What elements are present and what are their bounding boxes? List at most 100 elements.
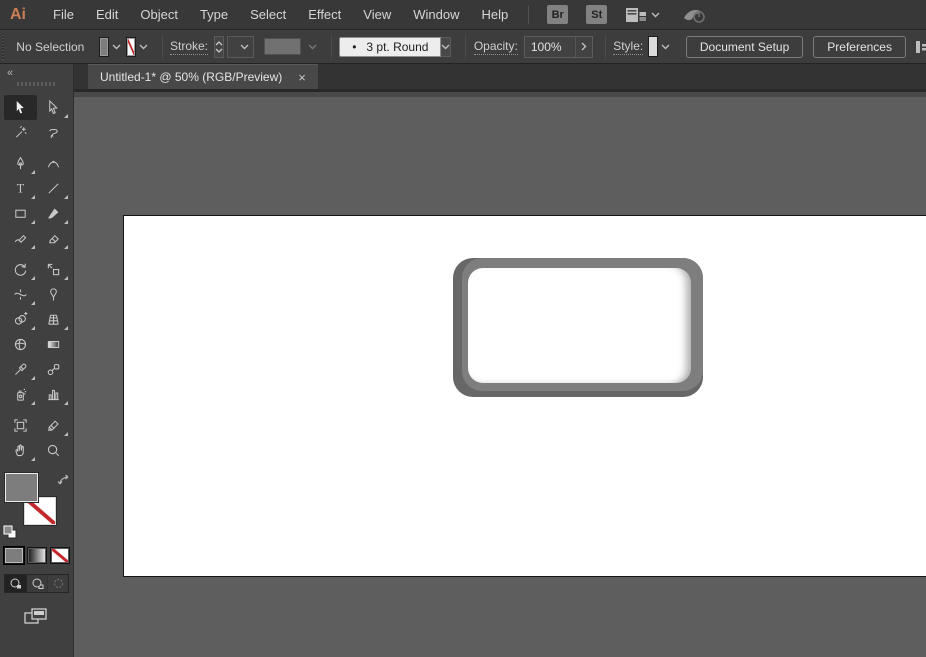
menu-view[interactable]: View (352, 7, 402, 22)
eyedropper-tool[interactable] (4, 357, 37, 382)
fill-color-swatch[interactable] (100, 37, 108, 56)
flyout-corner-icon (63, 432, 68, 436)
close-icon[interactable]: × (298, 71, 306, 84)
column-graph-tool[interactable] (37, 382, 70, 407)
align-panel-icon[interactable] (914, 38, 926, 56)
menu-type[interactable]: Type (189, 7, 239, 22)
document-setup-button[interactable]: Document Setup (685, 35, 804, 58)
shaper-tool[interactable] (4, 226, 37, 251)
graphic-style-swatch[interactable] (649, 37, 657, 56)
flyout-corner-icon (63, 326, 68, 330)
draw-behind-button[interactable] (26, 575, 47, 592)
width-tool[interactable] (4, 282, 37, 307)
fill-chevron-icon[interactable] (112, 44, 121, 50)
width-profile-chevron-icon (308, 44, 317, 50)
curvature-tool[interactable] (37, 151, 70, 176)
share-icon[interactable] (682, 6, 708, 24)
mesh-tool[interactable] (4, 332, 37, 357)
rotate-tool[interactable] (4, 257, 37, 282)
flyout-corner-icon (30, 276, 35, 280)
brush-definition-field[interactable]: • 3 pt. Round (339, 36, 442, 57)
scale-tool[interactable] (37, 257, 70, 282)
line-segment-tool[interactable] (37, 176, 70, 201)
gradient-button[interactable] (26, 547, 47, 564)
hand-tool[interactable] (4, 438, 37, 463)
panel-grip[interactable] (2, 33, 5, 60)
menu-list: File Edit Object Type Select Effect View Window… (42, 7, 519, 22)
direct-selection-tool[interactable] (37, 95, 70, 120)
lasso-tool[interactable] (37, 120, 70, 145)
symbol-sprayer-tool[interactable] (4, 382, 37, 407)
rectangle-tool[interactable] (4, 201, 37, 226)
flyout-corner-icon (63, 401, 68, 405)
pen-tool[interactable] (4, 151, 37, 176)
toolbar-grip[interactable] (16, 82, 57, 86)
brush-name: 3 pt. Round (366, 39, 429, 54)
artboard[interactable] (123, 215, 926, 577)
flyout-corner-icon (30, 220, 35, 224)
opacity-value[interactable]: 100% (525, 40, 575, 54)
eraser-tool[interactable] (37, 226, 70, 251)
chevron-down-icon (651, 12, 660, 18)
illustrator-logo: Ai (10, 5, 26, 23)
color-button[interactable] (3, 547, 24, 564)
menu-bar: Ai File Edit Object Type Select Effect View Win… (0, 0, 926, 30)
stroke-width-dropdown[interactable] (227, 35, 254, 58)
menu-window[interactable]: Window (402, 7, 470, 22)
keycap-shape[interactable] (453, 258, 703, 397)
stock-button[interactable]: St (586, 5, 608, 24)
menu-edit[interactable]: Edit (85, 7, 129, 22)
stroke-panel-link[interactable]: Stroke: (170, 39, 209, 55)
type-tool[interactable]: T (4, 176, 37, 201)
stroke-color-swatch[interactable] (126, 37, 135, 56)
bridge-button[interactable]: Br (547, 5, 569, 24)
flyout-corner-icon (63, 195, 68, 199)
menu-help[interactable]: Help (470, 7, 519, 22)
flyout-corner-icon (63, 220, 68, 224)
paintbrush-tool[interactable] (37, 201, 70, 226)
menu-effect[interactable]: Effect (297, 7, 352, 22)
tool-grid: T (3, 95, 70, 463)
shape-builder-tool[interactable] (4, 307, 37, 332)
brush-dropdown-button[interactable] (441, 36, 452, 57)
workspace-switcher-button[interactable] (626, 7, 660, 22)
zoom-tool[interactable] (37, 438, 70, 463)
stroke-chevron-icon[interactable] (139, 44, 148, 50)
artboard-tool[interactable] (4, 413, 37, 438)
flyout-corner-icon (63, 276, 68, 280)
draw-inside-button[interactable] (47, 575, 68, 592)
style-panel-link[interactable]: Style: (613, 39, 644, 55)
blend-tool[interactable] (37, 357, 70, 382)
preferences-button[interactable]: Preferences (813, 35, 906, 58)
magic-wand-tool[interactable] (4, 120, 37, 145)
menu-object[interactable]: Object (129, 7, 189, 22)
opacity-slider-arrow-icon[interactable] (574, 36, 592, 57)
opacity-field[interactable]: 100% (523, 35, 593, 58)
draw-normal-button[interactable] (5, 575, 26, 592)
slice-tool[interactable] (37, 413, 70, 438)
swap-fill-stroke-icon[interactable] (57, 474, 70, 487)
selection-tool[interactable] (3, 95, 37, 120)
width-profile-preview (263, 38, 301, 55)
gradient-tool[interactable] (37, 332, 70, 357)
flyout-corner-icon (30, 401, 35, 405)
document-tab[interactable]: Untitled-1* @ 50% (RGB/Preview) × (88, 64, 318, 89)
perspective-grid-tool[interactable] (37, 307, 70, 332)
selection-status: No Selection (16, 39, 85, 54)
toolbar-collapse-button[interactable]: « (0, 64, 20, 79)
menubar-divider (528, 5, 530, 24)
workspace-layout-icon (626, 7, 647, 22)
screen-mode-button[interactable] (24, 607, 50, 627)
style-chevron-icon[interactable] (661, 44, 670, 50)
stroke-width-stepper[interactable] (214, 35, 225, 58)
canvas-pasteboard[interactable] (74, 92, 926, 657)
menu-file[interactable]: File (42, 7, 85, 22)
fill-proxy-swatch[interactable] (4, 473, 38, 502)
menu-select[interactable]: Select (239, 7, 297, 22)
none-button[interactable] (49, 547, 70, 564)
free-transform-tool[interactable] (37, 282, 70, 307)
opacity-panel-link[interactable]: Opacity: (473, 39, 518, 55)
tools-panel: « T (0, 64, 74, 657)
document-area: Untitled-1* @ 50% (RGB/Preview) × (74, 64, 926, 657)
default-fill-stroke-icon[interactable] (3, 525, 17, 539)
